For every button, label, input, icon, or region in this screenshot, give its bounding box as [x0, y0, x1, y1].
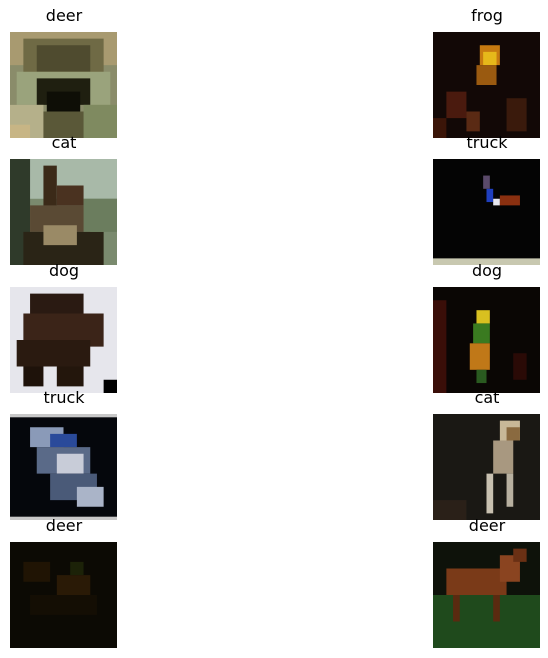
- tile-label: cat: [51, 133, 77, 152]
- car-toy-dark-icon: [10, 414, 117, 520]
- tile-label: deer: [45, 6, 83, 25]
- dark-scene-small-figure-icon: [433, 159, 540, 265]
- parrot-on-dark-icon: [433, 287, 540, 393]
- tile-label: truck: [466, 133, 508, 152]
- horse-on-grass-icon: [433, 542, 540, 648]
- deer-in-forest-icon: [10, 159, 117, 265]
- dark-scene-yellow-object-icon: [433, 32, 540, 138]
- very-dark-scene-icon: [10, 542, 117, 648]
- tile-label: cat: [474, 388, 500, 407]
- tile-label: dog: [471, 261, 503, 280]
- dog-silhouette-dark-icon: [433, 414, 540, 520]
- tile-label: dog: [48, 261, 80, 280]
- tile-label: deer: [45, 516, 83, 535]
- tile-label: deer: [468, 516, 506, 535]
- dark-animal-on-white-icon: [10, 287, 117, 393]
- tile-label: truck: [43, 388, 85, 407]
- frog-closeup-icon: [10, 32, 117, 138]
- tile-label: frog: [471, 6, 503, 25]
